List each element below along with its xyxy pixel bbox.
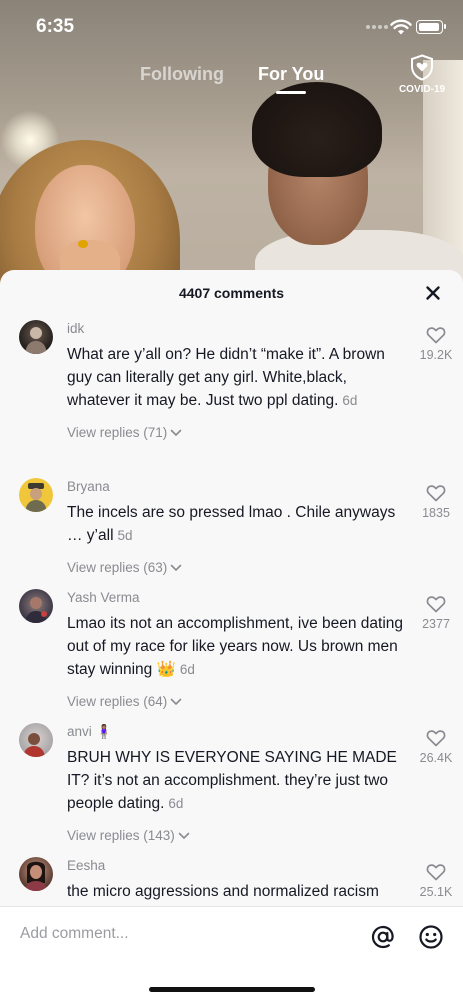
signal-icon — [366, 25, 388, 29]
chevron-down-icon — [178, 832, 190, 839]
active-tab-indicator — [276, 91, 306, 94]
comment-text: the micro aggressions and normalized rac… — [67, 883, 379, 900]
avatar[interactable] — [19, 723, 53, 757]
view-replies-button[interactable]: View replies (63) — [67, 560, 407, 575]
comments-header: 4407 comments — [0, 270, 463, 316]
heart-icon — [426, 327, 446, 344]
covid-label: COVID-19 — [398, 84, 446, 95]
comment-username[interactable]: anvi 🧍🏽‍♀️ — [67, 723, 407, 741]
avatar[interactable] — [19, 857, 53, 891]
chevron-down-icon — [170, 698, 182, 705]
view-replies-label: View replies (64) — [67, 694, 168, 709]
like-button[interactable]: 19.2K — [412, 326, 460, 362]
view-replies-button[interactable]: View replies (64) — [67, 694, 407, 709]
comment-text: The incels are so pressed lmao . Chile a… — [67, 504, 396, 544]
avatar[interactable] — [19, 589, 53, 623]
battery-icon — [416, 20, 446, 34]
comment-text: Lmao its not an accomplishment, ive been… — [67, 615, 404, 678]
chevron-down-icon — [170, 429, 182, 436]
comment-time: 6d — [168, 796, 184, 811]
nail — [78, 240, 88, 248]
avatar[interactable] — [19, 478, 53, 512]
close-icon[interactable] — [423, 283, 443, 303]
heart-icon — [426, 596, 446, 613]
like-button[interactable]: 25.1K — [412, 863, 460, 899]
emoji-icon[interactable] — [418, 924, 444, 950]
status-time: 6:35 — [36, 16, 75, 37]
comment-text: BRUH WHY IS EVERYONE SAYING HE MADE IT? … — [67, 749, 397, 812]
heart-icon — [426, 864, 446, 881]
like-count: 25.1K — [419, 885, 453, 899]
covid-button[interactable]: COVID-19 — [396, 54, 448, 95]
like-count: 26.4K — [419, 751, 453, 765]
comment-time: 5d — [117, 528, 133, 543]
like-count: 19.2K — [419, 348, 453, 362]
like-count: 2377 — [422, 617, 450, 631]
comment-username[interactable]: Bryana — [67, 478, 407, 496]
tab-following[interactable]: Following — [140, 64, 224, 85]
like-button[interactable]: 2377 — [412, 595, 460, 631]
comments-sheet: 4407 comments idk What are y’all on? He … — [0, 270, 463, 1000]
heart-icon — [426, 485, 446, 502]
avatar-image — [23, 733, 45, 757]
like-count: 1835 — [422, 506, 450, 520]
status-bar: 6:35 — [0, 0, 463, 56]
heart-icon — [426, 730, 446, 747]
wifi-icon — [390, 19, 412, 35]
avatar[interactable] — [19, 320, 53, 354]
comment-username[interactable]: Eesha — [67, 857, 407, 875]
comment-username[interactable]: idk — [67, 320, 407, 338]
view-replies-label: View replies (143) — [67, 828, 175, 843]
avatar-image — [25, 483, 47, 512]
view-replies-button[interactable]: View replies (71) — [67, 425, 407, 440]
avatar-image — [25, 861, 47, 891]
like-button[interactable]: 26.4K — [412, 729, 460, 765]
view-replies-label: View replies (71) — [67, 425, 168, 440]
view-replies-button[interactable]: View replies (143) — [67, 828, 407, 843]
comment-count: 4407 comments — [178, 285, 285, 301]
comment-composer — [0, 906, 463, 1000]
comment-time: 6d — [342, 393, 358, 408]
mention-icon[interactable] — [370, 924, 396, 950]
chevron-down-icon — [170, 564, 182, 571]
avatar-image — [25, 597, 47, 623]
comment-time: 6d — [179, 662, 195, 677]
view-replies-label: View replies (63) — [67, 560, 168, 575]
comment-username[interactable]: Yash Verma — [67, 589, 407, 607]
shield-heart-icon — [411, 54, 433, 81]
add-comment-input[interactable] — [20, 925, 320, 943]
feed-tabs: Following For You — [0, 62, 463, 102]
avatar-image — [25, 327, 47, 354]
like-button[interactable]: 1835 — [412, 484, 460, 520]
tab-for-you[interactable]: For You — [258, 64, 324, 85]
home-indicator[interactable] — [149, 987, 315, 992]
comment-text: What are y’all on? He didn’t “make it”. … — [67, 346, 385, 409]
